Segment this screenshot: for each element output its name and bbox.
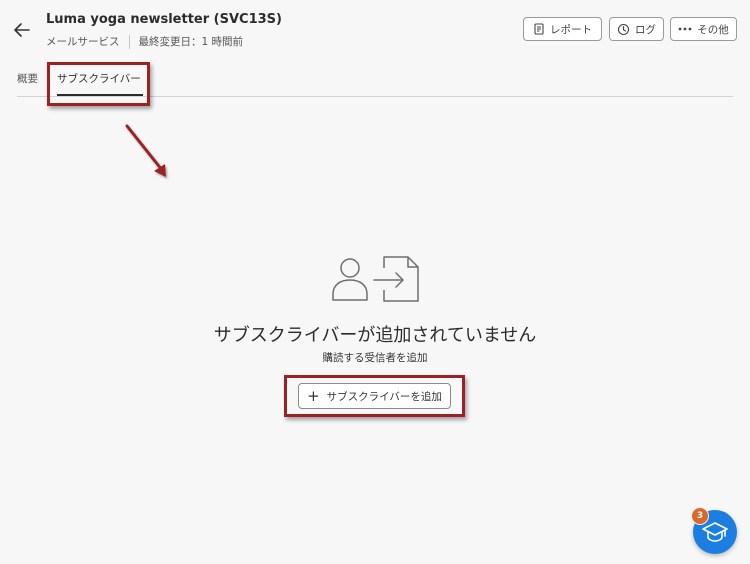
report-button-label: レポート (550, 23, 592, 36)
tab-highlight-box (47, 62, 150, 106)
more-button[interactable]: その他 (670, 17, 737, 41)
more-icon (678, 27, 692, 31)
tab-overview[interactable]: 概要 (17, 71, 38, 86)
add-subscribers-button[interactable]: + サブスクライバーを追加 (298, 383, 451, 409)
empty-state-title: サブスクライバーが追加されていません (213, 325, 537, 346)
plus-icon: + (307, 386, 320, 405)
last-modified: 最終変更日：1 時間前 (138, 36, 244, 48)
user-import-icon (332, 256, 419, 302)
page-subtitle: メールサービス 最終変更日：1 時間前 (46, 34, 243, 49)
service-type: メールサービス (46, 36, 120, 48)
report-icon (534, 23, 544, 35)
log-button[interactable]: ログ (609, 17, 664, 41)
empty-state-subtitle: 購読する受信者を追加 (322, 352, 428, 364)
page: Luma yoga newsletter (SVC13S) メールサービス 最終… (0, 0, 750, 564)
page-title: Luma yoga newsletter (SVC13S) (46, 12, 282, 27)
history-icon (617, 23, 630, 35)
back-arrow-icon[interactable] (12, 20, 32, 40)
more-button-label: その他 (697, 23, 729, 36)
divider (128, 34, 130, 49)
report-button[interactable]: レポート (523, 17, 602, 41)
graduation-cap-icon (702, 522, 728, 542)
add-subscribers-button-label: サブスクライバーを追加 (326, 390, 442, 403)
annotation-arrow-icon (125, 124, 166, 177)
log-button-label: ログ (635, 23, 656, 36)
notification-badge: 3 (691, 507, 709, 525)
